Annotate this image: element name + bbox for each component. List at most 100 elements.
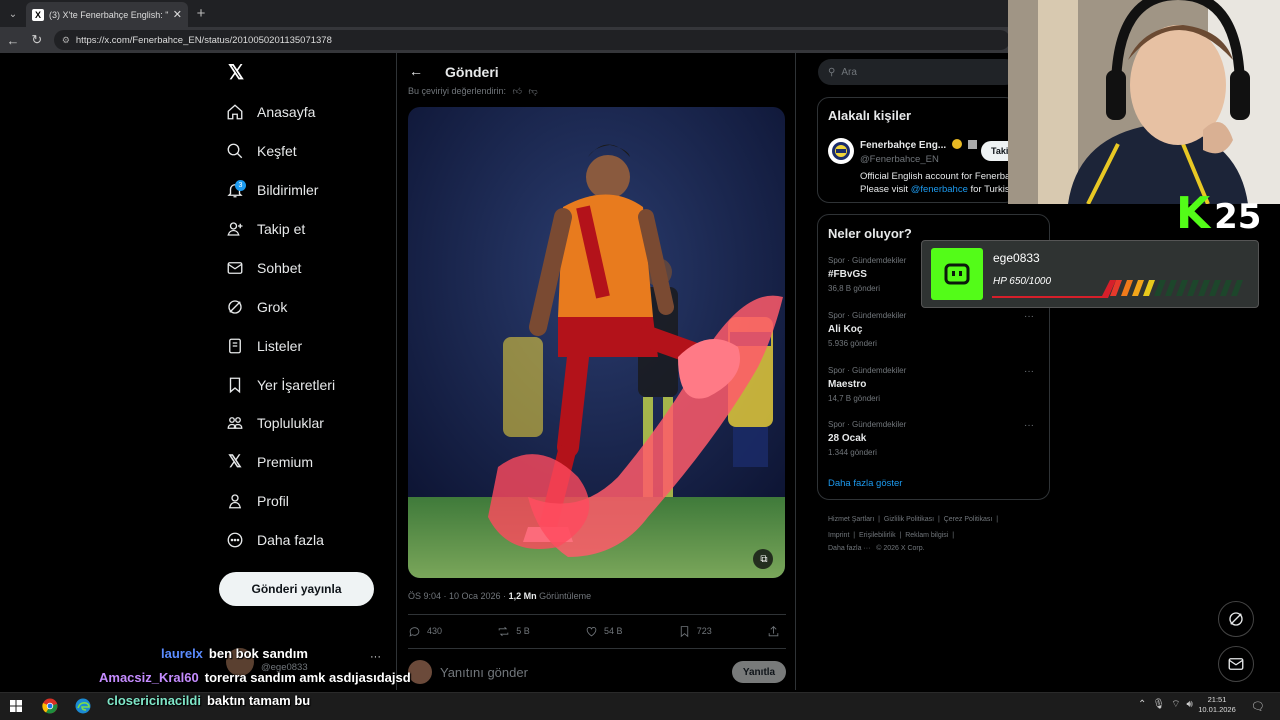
nav-item-grok[interactable]: Grok [224, 292, 287, 322]
list-icon [224, 335, 246, 357]
nav-item-label: Takip et [257, 221, 306, 237]
chrome-icon[interactable] [39, 695, 61, 717]
more-circle-icon [224, 529, 246, 551]
thumbs-up-icon[interactable]: 👍︎ [513, 86, 522, 96]
image-edit-icon[interactable]: ⧉ [756, 551, 772, 567]
kick-letter: K [1176, 188, 1211, 239]
tab-list-chevron-icon[interactable]: ⌄ [4, 5, 22, 23]
notification-center-icon[interactable]: 🗨︎ [1251, 700, 1265, 713]
clock-time: 21:51 [1207, 695, 1227, 704]
footer-line: Daha fazla ··· © 2026 X Corp. [828, 545, 925, 552]
footer-link[interactable]: Gizlilik Politikası [884, 516, 934, 523]
kick-bot-icon [931, 248, 983, 300]
nav-item-label: Premium [257, 454, 314, 470]
back-arrow-icon[interactable]: ← [407, 62, 425, 80]
show-more-link[interactable]: Daha fazla göster [828, 478, 902, 489]
hp-bar-segment [1165, 280, 1177, 296]
nav-item-lists[interactable]: Listeler [224, 331, 302, 361]
windows-start-icon[interactable] [5, 695, 27, 717]
new-tab-button[interactable]: + [192, 4, 210, 22]
grok-icon [1229, 612, 1243, 626]
footer-link[interactable]: Hizmet Şartları [828, 516, 874, 523]
like-action[interactable]: 54 B [585, 625, 623, 638]
chat-message: closericinacildi baktın tamam bu [107, 693, 310, 708]
bookmark-action[interactable]: 723 [678, 625, 712, 638]
microphone-icon[interactable]: 🎙︎ [1152, 699, 1171, 710]
footer-link[interactable]: Erişilebilirlik [859, 532, 896, 539]
nav-item-label: Keşfet [257, 143, 297, 159]
heart-icon [586, 626, 597, 636]
grok-fab-button[interactable] [1218, 601, 1254, 637]
affiliate-badge-icon [967, 140, 977, 149]
back-arrow-icon[interactable]: ← [2, 29, 24, 51]
messages-fab-button[interactable] [1218, 646, 1254, 682]
trend-more-icon[interactable]: ··· [1024, 311, 1034, 322]
trends-title: Neler oluyor? [828, 226, 912, 241]
related-avatar[interactable] [828, 138, 854, 164]
reply-action[interactable]: 430 [408, 625, 442, 638]
kick-logo: K 25 [1176, 188, 1261, 239]
hp-bar-segment [1187, 280, 1199, 296]
trend-item[interactable]: Spor · Gündemdekiler 28 Ocak 1.344 gönde… [828, 420, 1038, 457]
post-timestamp: ÖS 9:04 · 10 Oca 2026 · [408, 591, 507, 601]
mail-icon [1228, 658, 1244, 670]
nav-item-chat[interactable]: Sohbet [224, 253, 301, 283]
account-more-icon[interactable]: ··· [370, 651, 381, 663]
address-bar[interactable]: ⚙ https://x.com/Fenerbahce_EN/status/201… [53, 30, 1010, 50]
trend-item[interactable]: Spor · Gündemdekiler Ali Koç 5.936 gönde… [828, 311, 1038, 348]
share-action[interactable] [767, 625, 786, 638]
nav-item-follow[interactable]: Takip et [224, 214, 305, 244]
reply-input[interactable]: Yanıtını gönder [440, 665, 732, 680]
footer-link[interactable]: Daha fazla ··· [828, 545, 870, 552]
edge-icon[interactable] [72, 695, 94, 717]
reply-count: 430 [427, 626, 443, 636]
hp-bar-segment [1209, 280, 1221, 296]
tab-close-icon[interactable]: ✕ [173, 8, 182, 21]
page-title: Gönderi [445, 64, 499, 80]
trend-item[interactable]: Spor · Gündemdekiler Maestro 14,7 B gönd… [828, 366, 1038, 403]
chat-message: laurelx ben bok sandım [161, 646, 308, 661]
system-tray[interactable]: ⌃🎙︎⌔🔊︎ [1138, 698, 1199, 711]
nav-item-home[interactable]: Anasayfa [224, 97, 315, 127]
nav-item-more[interactable]: Daha fazla [224, 525, 324, 555]
nav-item-premium[interactable]: 𝕏 Premium [224, 447, 313, 477]
grok-icon [224, 296, 246, 318]
footer-link[interactable]: Reklam bilgisi [905, 532, 948, 539]
reply-icon [409, 626, 420, 637]
person-icon [224, 490, 246, 512]
nav-item-bookmarks[interactable]: Yer İşaretleri [224, 370, 335, 400]
post-button[interactable]: Gönderi yayınla [219, 572, 374, 606]
trend-category: Spor · Gündemdekiler [828, 311, 907, 320]
trend-more-icon[interactable]: ··· [1024, 420, 1034, 431]
reply-composer: Yanıtını gönder Yanıtla [408, 658, 786, 686]
related-name[interactable]: Fenerbahçe Eng... [860, 139, 977, 151]
nav-item-profile[interactable]: Profil [224, 486, 289, 516]
nav-item-label: Bildirimler [257, 182, 319, 198]
post-image[interactable] [408, 107, 785, 578]
x-logo-icon[interactable]: 𝕏 [224, 60, 248, 84]
thumbs-down-icon[interactable]: 👎︎ [528, 86, 537, 96]
reload-icon[interactable]: ↻ [26, 29, 48, 51]
footer-line: Hizmet Şartları | Gizlilik Politikası | … [828, 516, 999, 523]
trend-more-icon[interactable]: ··· [1024, 366, 1034, 377]
bell-icon: 3 [224, 179, 246, 201]
chevron-up-icon[interactable]: ⌃ [1138, 699, 1152, 710]
repost-action[interactable]: 5 B [497, 625, 530, 638]
site-info-icon[interactable]: ⚙ [62, 35, 70, 46]
footer-link[interactable]: Çerez Politikası [944, 516, 993, 523]
repost-icon [498, 626, 509, 636]
nav-item-explore[interactable]: Keşfet [224, 136, 297, 166]
rate-translation-label: Bu çeviriyi değerlendirin: [408, 86, 507, 96]
views-label: Görüntüleme [539, 591, 592, 601]
nav-item-communities[interactable]: Topluluklar [224, 408, 324, 438]
hp-bar-segment [1143, 280, 1155, 296]
nav-item-notifications[interactable]: 3 Bildirimler [224, 175, 318, 205]
chat-username: Amacsiz_Kral60 [99, 670, 199, 685]
search-input[interactable]: ⚲ Ara [818, 59, 1018, 85]
browser-tab[interactable]: X (3) X'te Fenerbahçe English: "Ne... ✕ [26, 2, 188, 27]
mail-icon [224, 257, 246, 279]
reply-button[interactable]: Yanıtla [732, 661, 786, 683]
wifi-icon[interactable]: ⌔ [1171, 699, 1186, 710]
taskbar-clock[interactable]: 21:51 10.01.2026 [1196, 695, 1238, 715]
footer-link[interactable]: Imprint [828, 532, 849, 539]
